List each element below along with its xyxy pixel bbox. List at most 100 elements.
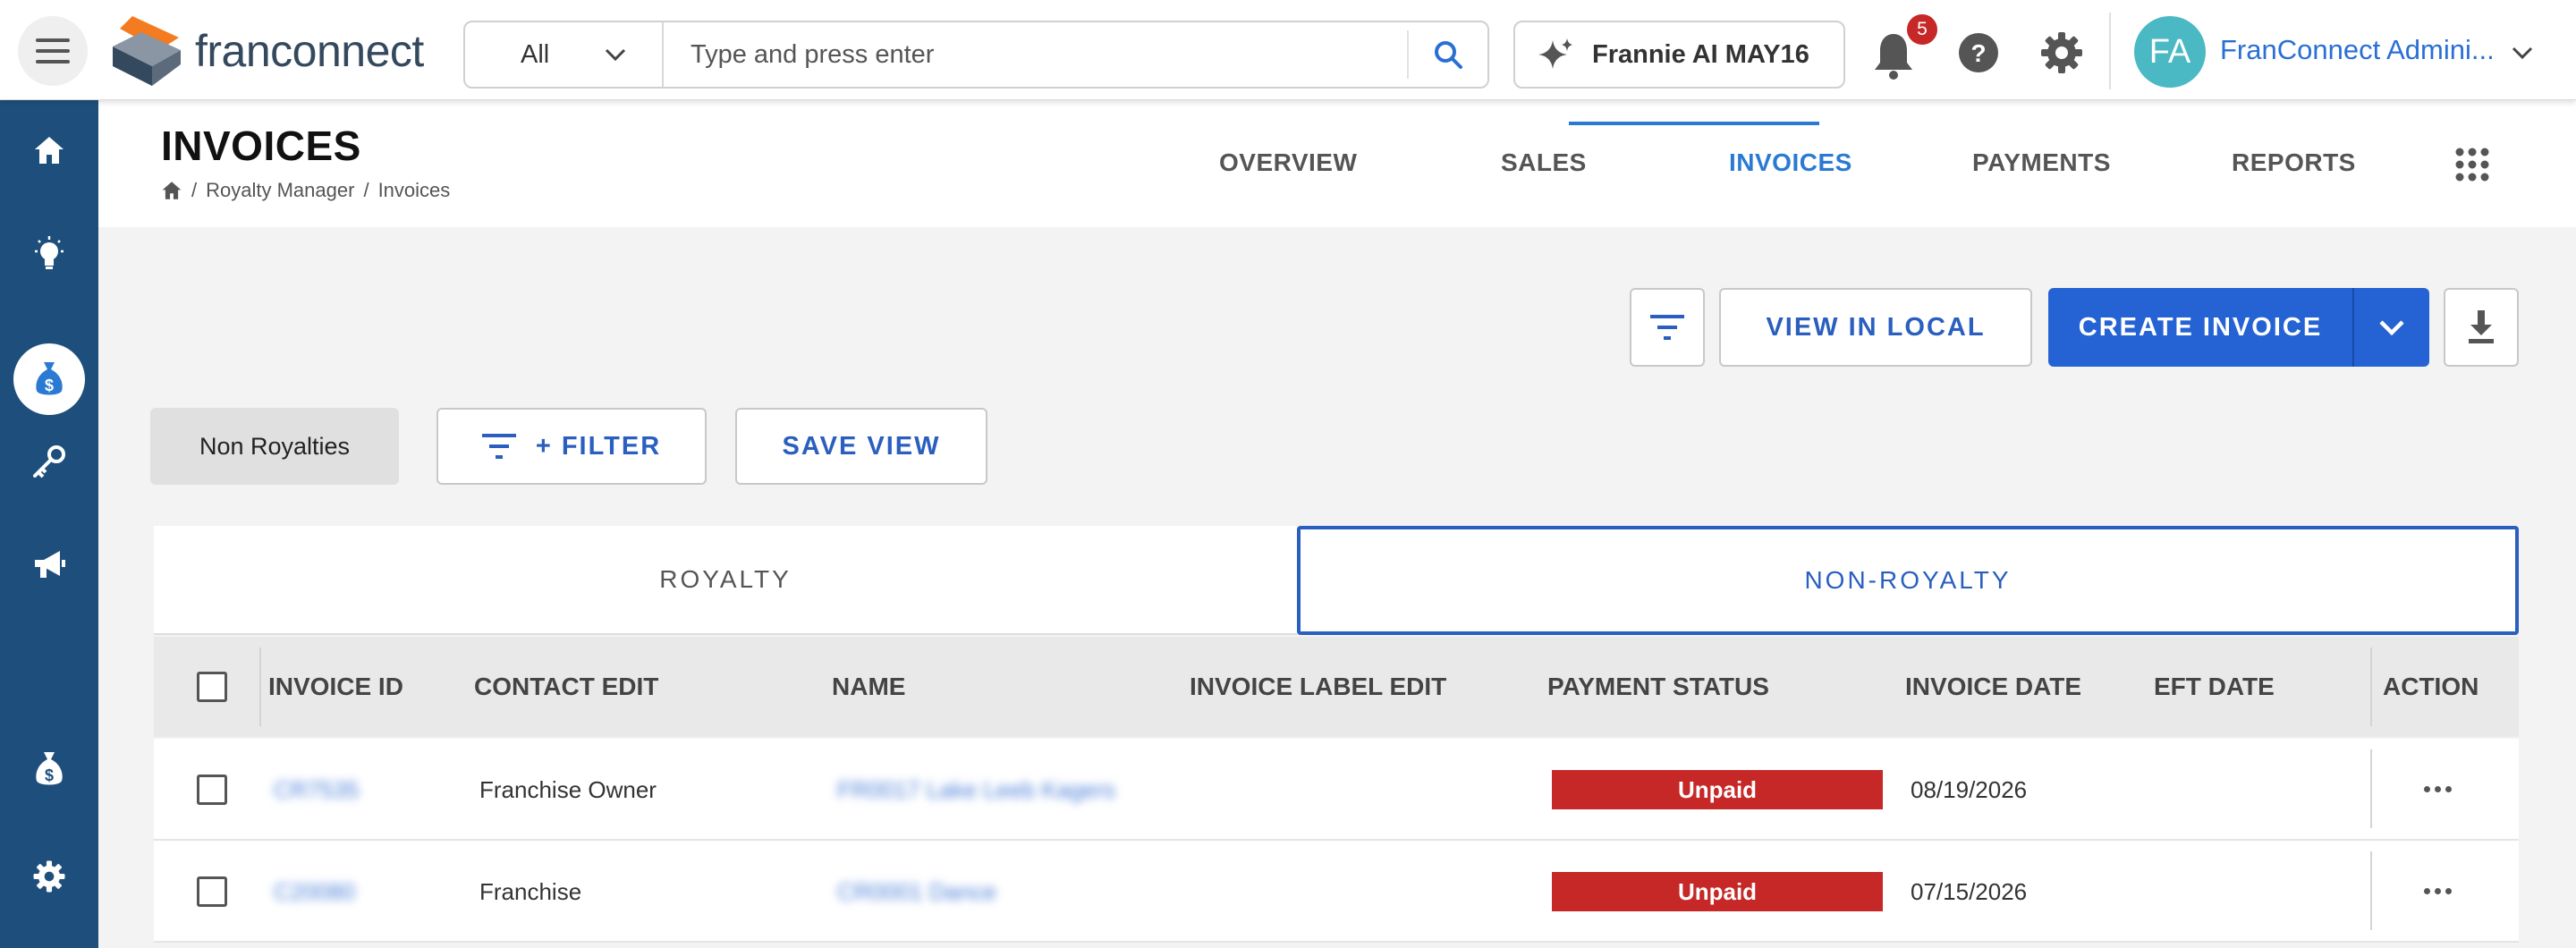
notification-badge: 5 bbox=[1905, 13, 1939, 47]
download-icon bbox=[2469, 310, 2494, 343]
breadcrumb-separator: / bbox=[363, 179, 369, 201]
key-icon bbox=[33, 445, 65, 478]
sidebar-item-settings[interactable] bbox=[0, 841, 98, 912]
global-search: All bbox=[463, 21, 1489, 89]
settings-gear-icon[interactable] bbox=[2039, 30, 2084, 75]
breadcrumb: / Royalty Manager / Invoices bbox=[161, 179, 450, 202]
column-action: ACTION bbox=[2383, 673, 2479, 700]
download-button[interactable] bbox=[2444, 288, 2519, 367]
contact-cell[interactable]: Franchise bbox=[479, 878, 581, 906]
create-invoice-dropdown[interactable] bbox=[2352, 288, 2429, 367]
search-icon bbox=[1435, 41, 1462, 69]
top-bar: franconnect All Frannie AI MAY16 5 ? FA … bbox=[0, 0, 2576, 100]
svg-text:$: $ bbox=[45, 766, 54, 784]
active-tab-indicator bbox=[1569, 122, 1819, 125]
home-icon[interactable] bbox=[161, 181, 182, 200]
column-invoice-date[interactable]: INVOICE DATE bbox=[1905, 673, 2081, 701]
sidebar-item-marketing[interactable] bbox=[0, 529, 98, 601]
logo-mark-icon bbox=[113, 16, 181, 86]
contact-cell[interactable]: Franchise Owner bbox=[479, 776, 657, 804]
sidebar-item-royalty-manager[interactable]: $ bbox=[13, 343, 85, 415]
hamburger-icon bbox=[36, 38, 70, 63]
filter-options-button[interactable] bbox=[1630, 288, 1705, 367]
money-bag-icon: $ bbox=[36, 752, 63, 785]
column-divider bbox=[259, 648, 261, 726]
sparkle-icon bbox=[1538, 38, 1572, 69]
home-icon bbox=[35, 137, 64, 164]
svg-text:$: $ bbox=[45, 377, 54, 394]
breadcrumb-royalty-manager[interactable]: Royalty Manager bbox=[206, 179, 354, 202]
column-invoice-id[interactable]: INVOICE ID bbox=[268, 673, 403, 701]
view-in-local-button[interactable]: VIEW IN LOCAL bbox=[1719, 288, 2032, 367]
column-divider bbox=[2370, 851, 2372, 930]
chevron-down-icon[interactable] bbox=[2512, 47, 2533, 59]
name-link[interactable]: FR0017 Lake Leeb Kagers bbox=[837, 776, 1115, 804]
invoice-date-cell: 07/15/2026 bbox=[1911, 878, 2028, 905]
filter-icon bbox=[481, 434, 516, 459]
tab-royalty[interactable]: ROYALTY bbox=[154, 526, 1297, 635]
saved-view-chip[interactable]: Non Royalties bbox=[150, 408, 399, 485]
frannie-ai-button[interactable]: Frannie AI MAY16 bbox=[1513, 21, 1845, 89]
row-checkbox[interactable] bbox=[197, 774, 227, 805]
chevron-down-icon bbox=[2379, 320, 2404, 335]
logo-text: franconnect bbox=[195, 26, 424, 76]
sidebar-item-finance[interactable]: $ bbox=[0, 733, 98, 805]
megaphone-icon bbox=[35, 551, 65, 578]
tab-non-royalty[interactable]: NON-ROYALTY bbox=[1297, 526, 2519, 635]
tab-overview[interactable]: OVERVIEW bbox=[1219, 148, 1357, 177]
status-badge: Unpaid bbox=[1552, 770, 1883, 809]
tab-invoices[interactable]: INVOICES bbox=[1729, 148, 1852, 177]
invoice-date-cell: 08/19/2026 bbox=[1911, 776, 2028, 803]
more-actions-icon[interactable] bbox=[2424, 888, 2452, 894]
add-filter-button[interactable]: + FILTER bbox=[436, 408, 707, 485]
column-eft-date[interactable]: EFT DATE bbox=[2154, 673, 2275, 701]
tab-reports[interactable]: REPORTS bbox=[2232, 148, 2356, 177]
avatar[interactable]: FA bbox=[2134, 16, 2206, 88]
invoice-id-link[interactable]: CR7535 bbox=[274, 776, 359, 804]
svg-text:?: ? bbox=[1970, 39, 1986, 67]
chevron-down-icon bbox=[605, 48, 626, 61]
status-badge: Unpaid bbox=[1552, 872, 1883, 911]
franconnect-logo[interactable]: franconnect bbox=[106, 14, 424, 88]
breadcrumb-invoices: Invoices bbox=[377, 179, 451, 201]
save-view-button[interactable]: SAVE VIEW bbox=[735, 408, 987, 485]
search-button[interactable] bbox=[1407, 30, 1487, 79]
create-invoice-button[interactable]: CREATE INVOICE bbox=[2048, 288, 2352, 367]
more-actions-icon[interactable] bbox=[2424, 786, 2452, 792]
select-all-checkbox[interactable] bbox=[197, 672, 227, 702]
help-icon[interactable]: ? bbox=[1958, 32, 1999, 73]
sidebar-item-home[interactable] bbox=[0, 114, 98, 186]
column-contact-edit[interactable]: CONTACT EDIT bbox=[474, 673, 658, 701]
tab-payments[interactable]: PAYMENTS bbox=[1972, 148, 2111, 177]
search-scope-value: All bbox=[521, 39, 550, 69]
column-divider bbox=[2370, 648, 2372, 726]
frannie-ai-label: Frannie AI MAY16 bbox=[1592, 39, 1809, 69]
page-header: INVOICES / Royalty Manager / Invoices OV… bbox=[98, 100, 2576, 227]
gear-icon bbox=[33, 860, 65, 893]
row-checkbox[interactable] bbox=[197, 876, 227, 907]
menu-button[interactable] bbox=[18, 16, 88, 86]
search-input[interactable] bbox=[664, 22, 1407, 87]
filter-icon bbox=[1650, 315, 1684, 340]
column-payment-status[interactable]: PAYMENT STATUS bbox=[1547, 673, 1769, 701]
breadcrumb-separator: / bbox=[191, 179, 198, 201]
sidebar-item-access[interactable] bbox=[0, 426, 98, 497]
tab-sales[interactable]: SALES bbox=[1501, 148, 1587, 177]
user-name-menu[interactable]: FranConnect Admini... bbox=[2220, 34, 2495, 66]
money-bag-icon: $ bbox=[36, 362, 63, 395]
column-name[interactable]: NAME bbox=[832, 673, 905, 701]
table-row: C20080 Franchise CR0001 Dance Unpaid 07/… bbox=[154, 841, 2519, 943]
column-divider bbox=[2370, 749, 2372, 828]
add-filter-label: + FILTER bbox=[535, 431, 662, 461]
page-title: INVOICES bbox=[161, 123, 361, 169]
sidebar: $ $ bbox=[0, 100, 98, 948]
search-scope-select[interactable]: All bbox=[465, 22, 664, 87]
column-invoice-label-edit[interactable]: INVOICE LABEL EDIT bbox=[1190, 673, 1446, 701]
lightbulb-icon bbox=[35, 236, 64, 269]
divider bbox=[2109, 13, 2111, 89]
apps-grid-icon[interactable] bbox=[2454, 147, 2490, 182]
name-link[interactable]: CR0001 Dance bbox=[837, 878, 996, 906]
table-row: CR7535 Franchise Owner FR0017 Lake Leeb … bbox=[154, 739, 2519, 841]
sidebar-item-ideas[interactable] bbox=[0, 218, 98, 290]
invoice-id-link[interactable]: C20080 bbox=[274, 878, 355, 906]
